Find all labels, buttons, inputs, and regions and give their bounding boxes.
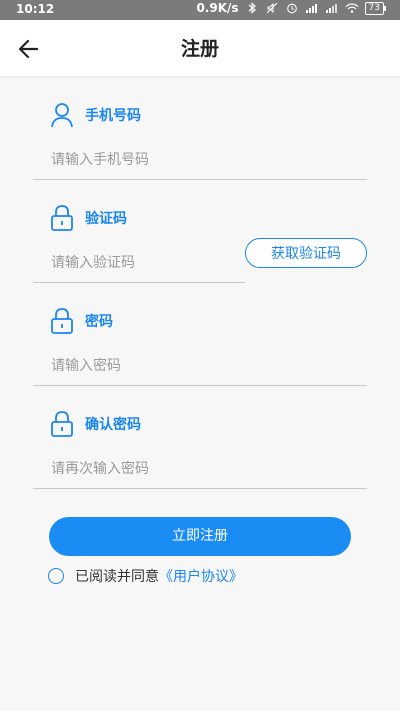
lock-icon <box>51 411 73 437</box>
code-label-row: 验证码 <box>33 204 367 232</box>
phone-input-row <box>33 141 367 180</box>
code-label: 验证码 <box>85 211 127 227</box>
confirm-label: 确认密码 <box>85 417 141 433</box>
status-bar: 10:12 0.9K/s 73 <box>0 0 400 20</box>
agree-radio[interactable] <box>48 568 64 584</box>
confirm-label-row: 确认密码 <box>33 410 367 438</box>
signal-icon-2 <box>325 4 337 13</box>
confirm-input-row <box>33 450 367 489</box>
password-input-row <box>33 347 367 386</box>
confirm-password-input[interactable] <box>49 456 343 482</box>
status-icons: 0.9K/s 73 <box>196 1 387 15</box>
bluetooth-icon <box>248 2 256 14</box>
password-field: 密码 <box>33 307 367 386</box>
password-label-row: 密码 <box>33 307 367 335</box>
lock-icon <box>51 308 73 334</box>
battery-icon: 73 <box>364 1 387 15</box>
app-bar: 注册 <box>0 20 400 76</box>
phone-field: 手机号码 <box>33 101 367 180</box>
mute-icon <box>266 2 277 14</box>
signal-icon <box>305 4 317 13</box>
agreement-row: 已阅读并同意 《用户协议》 <box>48 566 243 586</box>
phone-input[interactable] <box>49 147 343 173</box>
wifi-icon <box>345 3 358 13</box>
status-time: 10:12 <box>16 2 55 16</box>
get-code-button[interactable]: 获取验证码 <box>245 238 367 268</box>
code-input[interactable] <box>49 250 233 276</box>
register-button[interactable]: 立即注册 <box>49 517 351 556</box>
phone-label: 手机号码 <box>85 108 141 124</box>
password-input[interactable] <box>49 353 343 379</box>
page-title: 注册 <box>180 38 219 60</box>
password-label: 密码 <box>85 314 113 330</box>
network-speed: 0.9K/s <box>196 1 239 15</box>
alarm-icon <box>286 3 297 14</box>
user-agreement-link[interactable]: 《用户协议》 <box>159 566 243 586</box>
code-input-row <box>33 244 245 283</box>
lock-icon <box>51 205 73 231</box>
confirm-password-field: 确认密码 <box>33 410 367 489</box>
agreement-text: 已阅读并同意 <box>75 569 159 585</box>
user-icon <box>51 103 73 128</box>
phone-label-row: 手机号码 <box>33 101 367 129</box>
